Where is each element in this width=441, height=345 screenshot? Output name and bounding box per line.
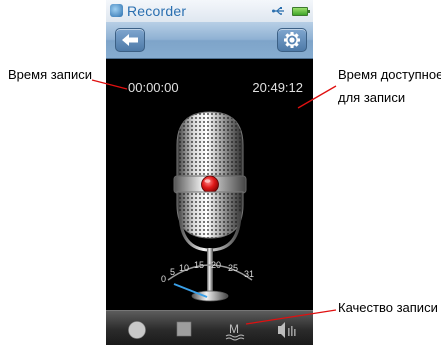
annotation-lines [91,79,337,325]
annotation-available-time: Время доступное [338,67,441,82]
annotation-quality: Качество записи [338,300,438,315]
annotation-available-time-line2: для записи [338,90,406,105]
annotation-record-time: Время записи [8,67,92,82]
